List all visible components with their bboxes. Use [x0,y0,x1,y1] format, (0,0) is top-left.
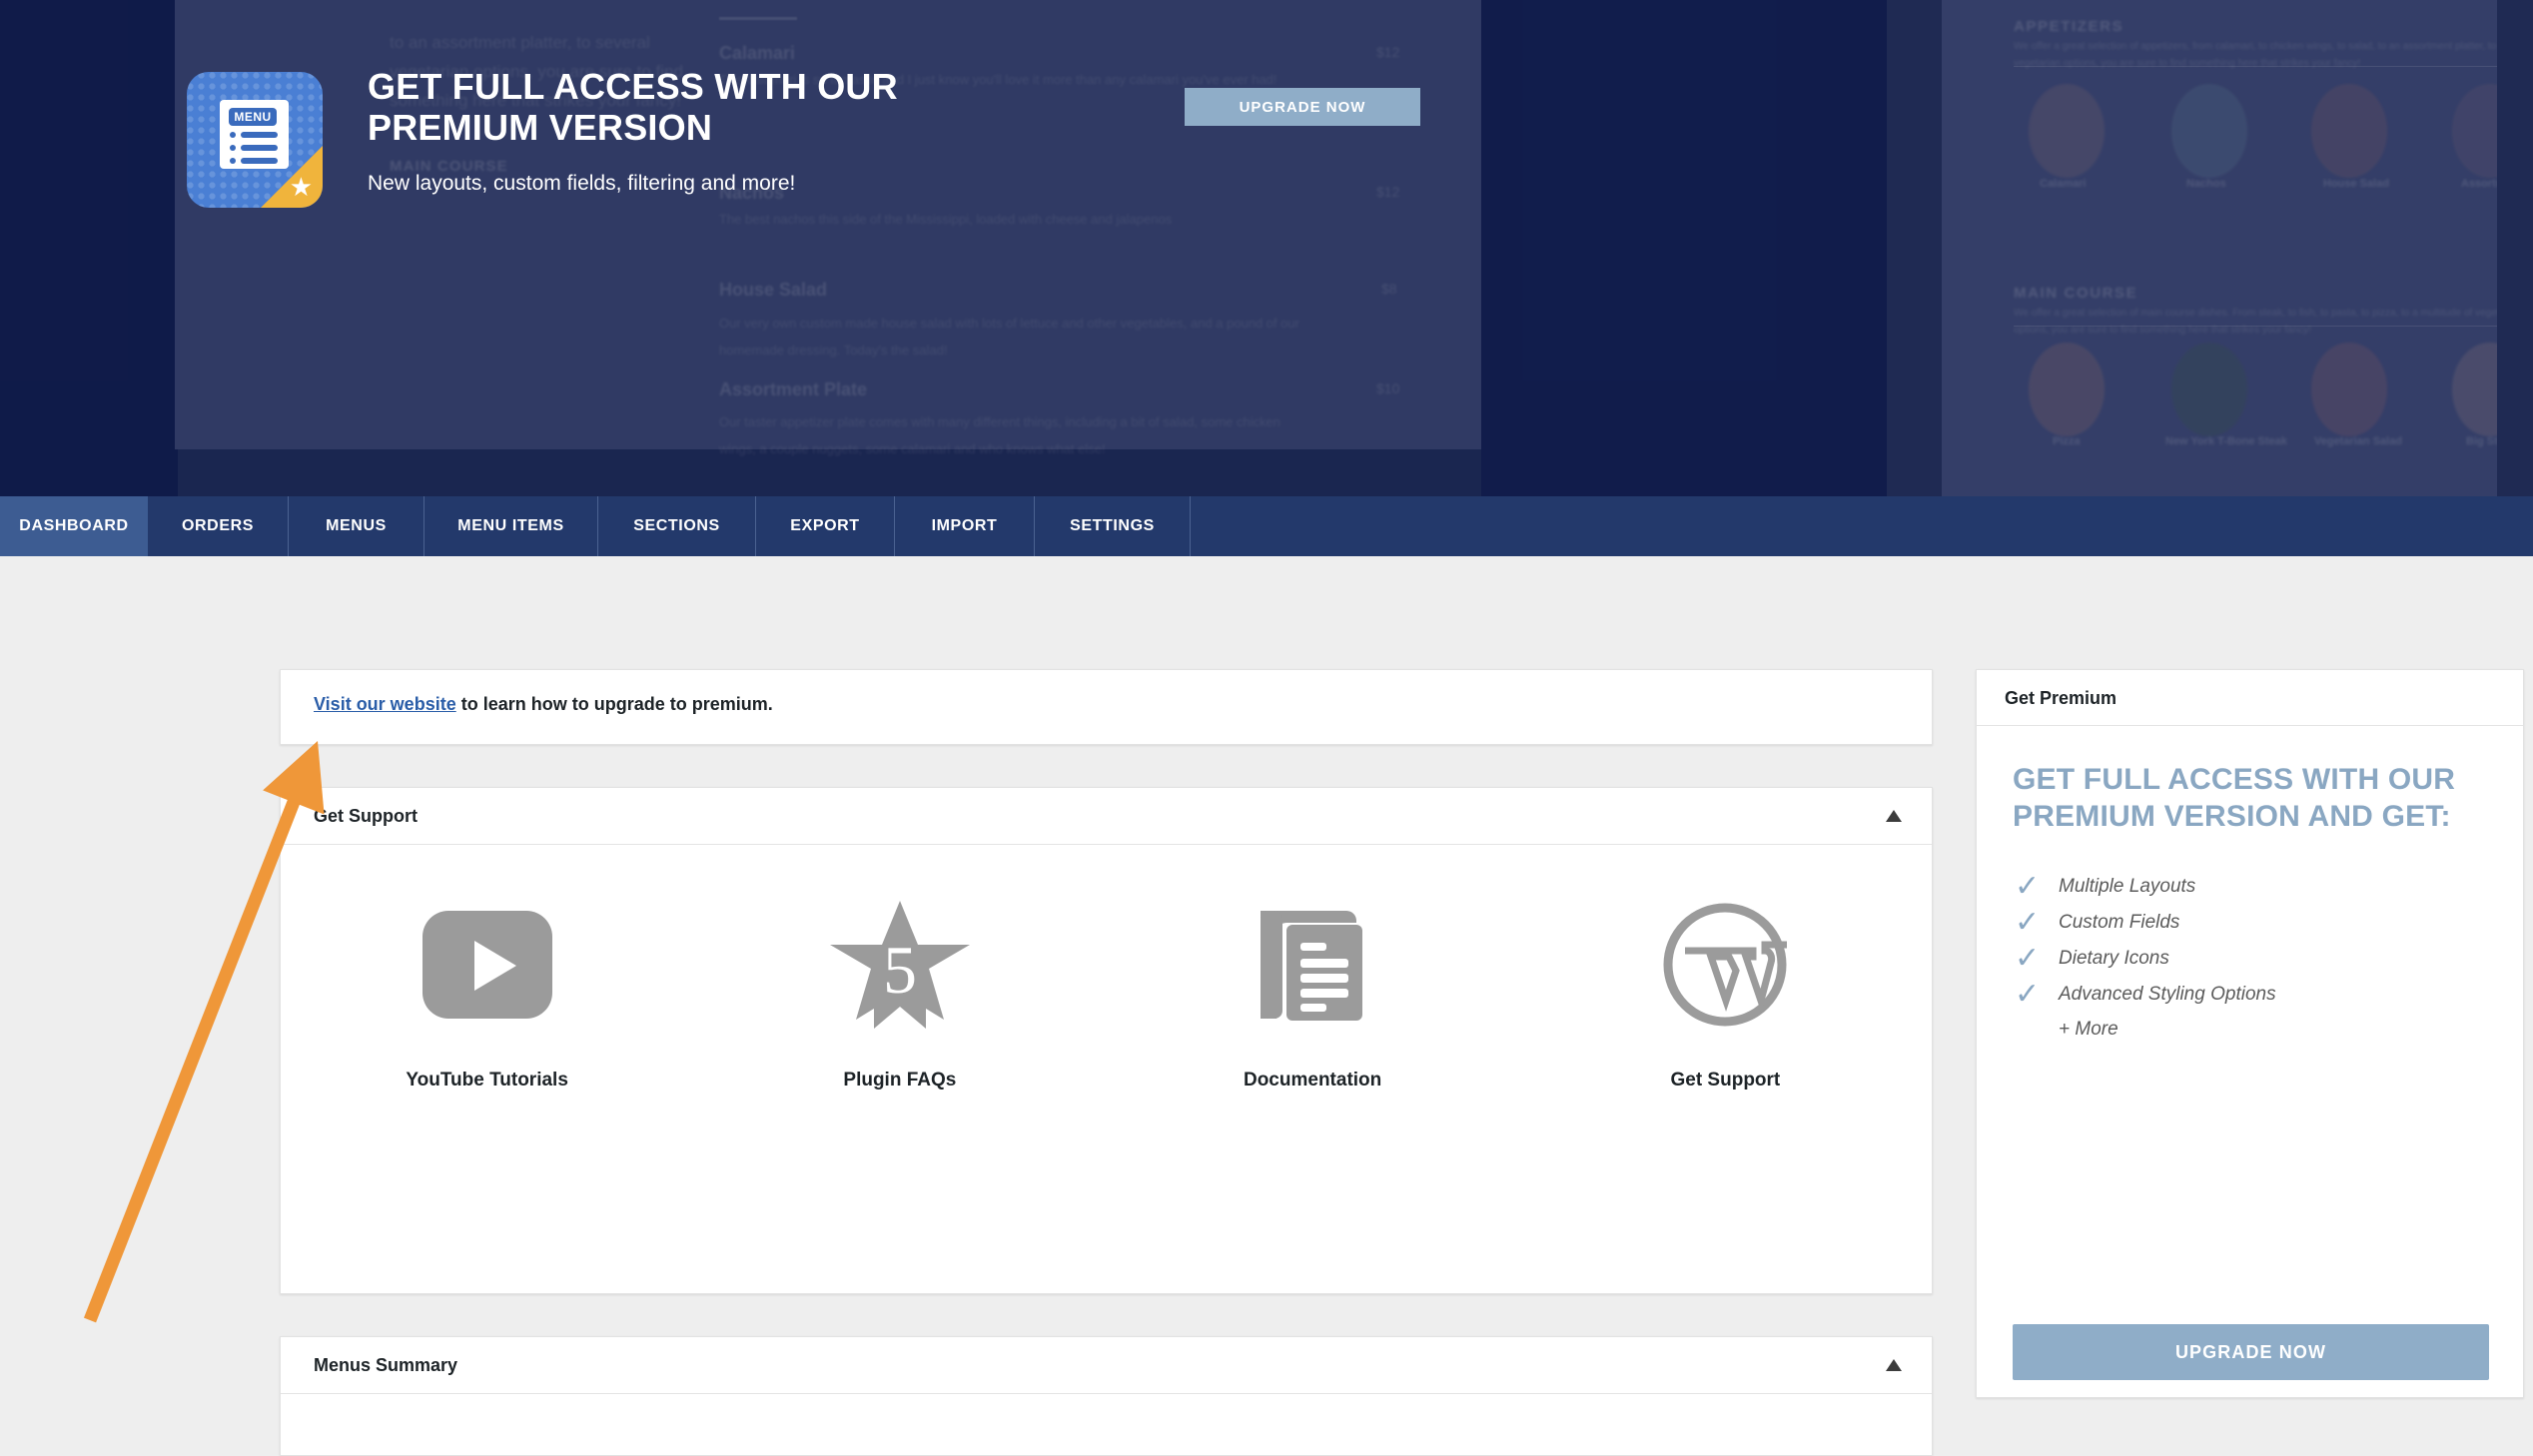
premium-feature-label: Advanced Styling Options [2059,984,2276,1005]
get-support-card-header: Get Support [281,788,1932,845]
svg-text:5: 5 [883,932,917,1008]
nav-tab-label: MENU ITEMS [457,517,564,534]
check-icon: ✓ [2015,906,2041,939]
support-link-youtube-tutorials[interactable]: YouTube Tutorials [281,890,693,1092]
support-link-documentation[interactable]: Documentation [1107,890,1519,1092]
nav-tab-label: MENUS [326,517,387,534]
nav-tab-label: SETTINGS [1070,517,1155,534]
check-icon: ✓ [2015,870,2041,903]
logo-bar [241,132,278,138]
menus-summary-card: Menus Summary [280,1336,1933,1456]
premium-upgrade-now-button[interactable]: UPGRADE NOW [2013,1324,2489,1380]
get-premium-card-header: Get Premium [1977,670,2523,726]
get-support-card-title: Get Support [314,806,418,826]
five-star-badge-icon: 5 [800,890,1000,1040]
premium-feature-item: ✓ Advanced Styling Options [2015,977,2523,1013]
logo-bullet [230,158,236,164]
banner-headline: GET FULL ACCESS WITH OUR PREMIUM VERSION [368,66,898,148]
nav-tab-label: IMPORT [931,517,998,534]
documents-icon [1213,890,1412,1040]
nav-tab-export[interactable]: EXPORT [756,496,895,556]
visit-our-website-link[interactable]: Visit our website [314,694,456,714]
support-link-label: Documentation [1243,1070,1382,1091]
nav-tab-orders[interactable]: ORDERS [148,496,289,556]
premium-feature-label: Custom Fields [2059,912,2180,933]
nav-tab-sections[interactable]: SECTIONS [598,496,756,556]
nav-tab-label: EXPORT [790,517,860,534]
logo-bullet [230,145,236,151]
logo-bullet [230,132,236,138]
support-link-label: YouTube Tutorials [406,1070,568,1091]
nav-tab-settings[interactable]: SETTINGS [1035,496,1191,556]
get-premium-card-title: Get Premium [2005,688,2117,708]
menus-summary-card-title: Menus Summary [314,1355,458,1375]
premium-feature-item: ✓ Dietary Icons [2015,941,2523,977]
star-icon: ★ [289,172,313,202]
support-link-label: Get Support [1670,1070,1781,1091]
wordpress-icon [1625,890,1825,1040]
plugin-nav-tabs: DASHBOARD ORDERS MENUS MENU ITEMS SECTIONS EX… [0,496,2533,556]
get-premium-card: Get Premium GET FULL ACCESS WITH OUR PRE… [1976,669,2524,1398]
premium-feature-label: Multiple Layouts [2059,876,2196,897]
premium-feature-item: ✓ Custom Fields [2015,905,2523,941]
plugin-logo-icon: MENU ★ [187,72,323,208]
nav-tab-dashboard[interactable]: DASHBOARD [0,496,148,556]
upgrade-notice-text: Visit our website to learn how to upgrad… [314,694,773,715]
nav-tab-label: DASHBOARD [19,517,129,534]
check-icon: ✓ [2015,978,2041,1011]
premium-feature-list: ✓ Multiple Layouts ✓ Custom Fields ✓ Die… [2015,869,2523,1013]
banner-upgrade-now-button[interactable]: UPGRADE NOW [1185,88,1420,126]
premium-promo-banner: to an assortment platter, to several veg… [0,0,2533,496]
nav-tab-label: SECTIONS [633,517,720,534]
support-link-get-support[interactable]: Get Support [1519,890,1932,1092]
get-support-card: Get Support YouTube Tutorials 5 Plugin F… [280,787,1933,1294]
premium-headline: GET FULL ACCESS WITH OUR PREMIUM VERSION… [2013,763,2456,833]
upgrade-notice-rest: to learn how to upgrade to premium. [455,694,773,714]
support-link-label: Plugin FAQs [843,1070,957,1091]
check-icon: ✓ [2015,942,2041,975]
nav-tab-menus[interactable]: MENUS [289,496,424,556]
upgrade-notice-card: Visit our website to learn how to upgrad… [280,669,1933,745]
nav-tab-menu-items[interactable]: MENU ITEMS [424,496,598,556]
youtube-play-icon [388,890,587,1040]
nav-tab-import[interactable]: IMPORT [895,496,1035,556]
premium-more-label: + More [2059,1019,2118,1040]
support-link-plugin-faqs[interactable]: 5 Plugin FAQs [693,890,1106,1092]
premium-feature-item: ✓ Multiple Layouts [2015,869,2523,905]
banner-subheadline: New layouts, custom fields, filtering an… [368,172,796,195]
premium-feature-label: Dietary Icons [2059,948,2169,969]
menus-summary-card-header: Menus Summary [281,1337,1932,1394]
logo-menu-label: MENU [229,108,277,126]
triangle-up-icon[interactable] [1886,810,1902,822]
support-links-grid: YouTube Tutorials 5 Plugin FAQs Document… [281,845,1932,1092]
triangle-up-icon[interactable] [1886,1359,1902,1371]
nav-tab-label: ORDERS [181,517,255,534]
nav-filler [1191,496,2533,556]
